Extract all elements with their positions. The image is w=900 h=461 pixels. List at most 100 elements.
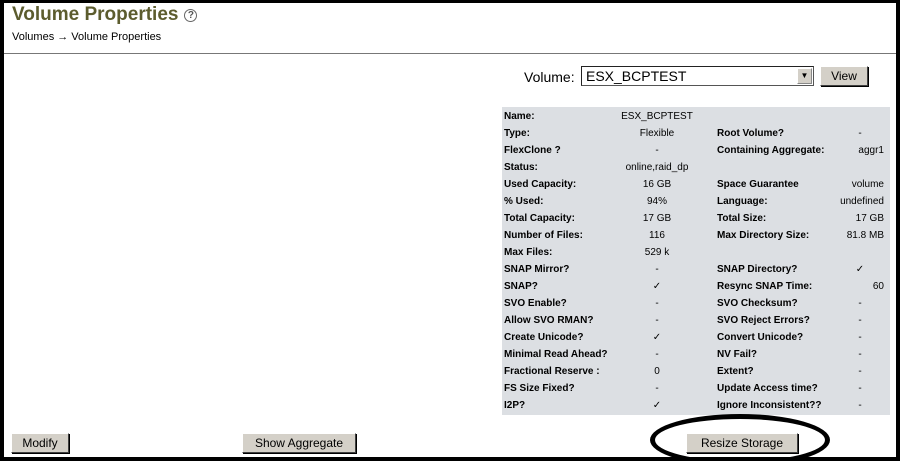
property-row: SVO Enable? - SVO Checksum? - — [502, 296, 890, 313]
property-label: Used Capacity: — [504, 179, 577, 190]
property-label: Space Guarantee — [717, 179, 799, 190]
property-label: Name: — [504, 111, 535, 122]
page-title: Volume Properties? — [12, 4, 198, 26]
property-label: Max Files: — [504, 247, 553, 258]
property-label: Update Access time? — [717, 383, 818, 394]
property-value: ✓ — [652, 332, 662, 343]
property-label: SVO Checksum? — [717, 298, 798, 309]
property-label: Allow SVO RMAN? — [504, 315, 594, 326]
property-value: - — [858, 315, 862, 326]
property-row: Used Capacity: 16 GB Space Guarantee volume — [502, 177, 890, 194]
property-label: SNAP? — [504, 281, 538, 292]
property-label: SNAP Directory? — [717, 264, 798, 275]
property-row: SNAP? ✓ Resync SNAP Time: 60 — [502, 279, 890, 296]
view-button[interactable]: View — [820, 66, 868, 86]
property-label: Total Capacity: — [504, 213, 575, 224]
property-value: - — [655, 349, 659, 360]
property-row: Max Files: 529 k — [502, 245, 890, 262]
chevron-down-icon[interactable]: ▼ — [797, 68, 812, 84]
property-value: 81.8 MB — [846, 230, 884, 241]
property-row: Create Unicode? ✓ Convert Unicode? - — [502, 330, 890, 347]
property-value: - — [858, 366, 862, 377]
property-label: SVO Reject Errors? — [717, 315, 810, 326]
property-value: - — [655, 383, 659, 394]
property-label: SVO Enable? — [504, 298, 567, 309]
property-label: NV Fail? — [717, 349, 758, 360]
property-row: SNAP Mirror? - SNAP Directory? ✓ — [502, 262, 890, 279]
header-divider — [4, 53, 896, 54]
property-value: 16 GB — [642, 179, 672, 190]
property-value: online,raid_dp — [625, 162, 689, 173]
property-value: - — [858, 383, 862, 394]
property-label: % Used: — [504, 196, 544, 207]
volume-select[interactable]: ESX_BCPTEST ▼ — [581, 66, 814, 86]
help-icon[interactable]: ? — [184, 9, 198, 22]
property-row: Name: ESX_BCPTEST — [502, 109, 890, 126]
property-row: FS Size Fixed? - Update Access time? - — [502, 381, 890, 398]
property-value: undefined — [840, 196, 884, 207]
property-label: Convert Unicode? — [717, 332, 804, 343]
property-value: 17 GB — [855, 213, 884, 224]
property-row: I2P? ✓ Ignore Inconsistent?? - — [502, 398, 890, 415]
property-row: % Used: 94% Language: undefined — [502, 194, 890, 211]
property-value: - — [858, 298, 862, 309]
property-value: - — [858, 332, 862, 343]
property-value: ESX_BCPTEST — [621, 111, 693, 122]
property-label: Extent? — [717, 366, 754, 377]
properties-table: Name: ESX_BCPTEST Type: Flexible Root Volume… — [502, 107, 890, 415]
property-label: Create Unicode? — [504, 332, 584, 343]
property-value: 116 — [649, 230, 665, 241]
property-value: aggr1 — [858, 145, 884, 156]
property-row: Total Capacity: 17 GB Total Size: 17 GB — [502, 211, 890, 228]
property-label: Fractional Reserve : — [504, 366, 600, 377]
property-label: Minimal Read Ahead? — [504, 349, 608, 360]
property-value: ✓ — [652, 400, 662, 411]
property-value: 529 k — [644, 247, 670, 258]
property-label: Ignore Inconsistent?? — [717, 400, 822, 411]
property-value: - — [858, 128, 862, 139]
property-label: I2P? — [504, 400, 526, 411]
property-label: Max Directory Size: — [717, 230, 810, 241]
property-label: Number of Files: — [504, 230, 583, 241]
property-label: FS Size Fixed? — [504, 383, 575, 394]
property-value: ✓ — [652, 281, 662, 292]
property-row: Number of Files: 116 Max Directory Size: 81… — [502, 228, 890, 245]
page-title-text: Volume Properties — [12, 4, 179, 25]
property-value: - — [655, 264, 659, 275]
window-content: Volume Properties? Volumes → Volume Prop… — [4, 3, 896, 457]
property-value: Flexible — [639, 128, 675, 139]
property-label: SNAP Mirror? — [504, 264, 570, 275]
property-label: Resync SNAP Time: — [717, 281, 813, 292]
volume-select-value: ESX_BCPTEST — [586, 68, 687, 84]
property-label: Language: — [717, 196, 768, 207]
property-value: - — [858, 349, 862, 360]
property-row: Type: Flexible Root Volume? - — [502, 126, 890, 143]
property-value: 17 GB — [642, 213, 672, 224]
property-value: - — [655, 315, 659, 326]
property-label: Root Volume? — [717, 128, 785, 139]
property-value: 0 — [654, 366, 660, 377]
property-label: Type: — [504, 128, 530, 139]
property-label: Status: — [504, 162, 538, 173]
property-row: FlexClone ? - Containing Aggregate: aggr1 — [502, 143, 890, 160]
property-value: ✓ — [855, 264, 865, 275]
page-header: Volume Properties? Volumes → Volume Prop… — [4, 3, 896, 54]
property-value: - — [858, 400, 862, 411]
property-row: Fractional Reserve : 0 Extent? - — [502, 364, 890, 381]
property-row: Status: online,raid_dp — [502, 160, 890, 177]
highlight-circle-annotation — [650, 414, 830, 461]
property-label: Containing Aggregate: — [717, 145, 825, 156]
property-row: Allow SVO RMAN? - SVO Reject Errors? - — [502, 313, 890, 330]
property-value: volume — [851, 179, 884, 190]
show-aggregate-button[interactable]: Show Aggregate — [242, 433, 356, 453]
modify-button[interactable]: Modify — [11, 433, 69, 453]
property-row: Minimal Read Ahead? - NV Fail? - — [502, 347, 890, 364]
volume-label: Volume: — [524, 69, 575, 85]
property-label: FlexClone ? — [504, 145, 561, 156]
property-value: - — [655, 298, 659, 309]
property-value: - — [655, 145, 659, 156]
property-value: 94% — [646, 196, 667, 207]
property-value: 60 — [872, 281, 884, 292]
breadcrumb: Volumes → Volume Properties — [12, 31, 162, 43]
property-label: Total Size: — [717, 213, 767, 224]
